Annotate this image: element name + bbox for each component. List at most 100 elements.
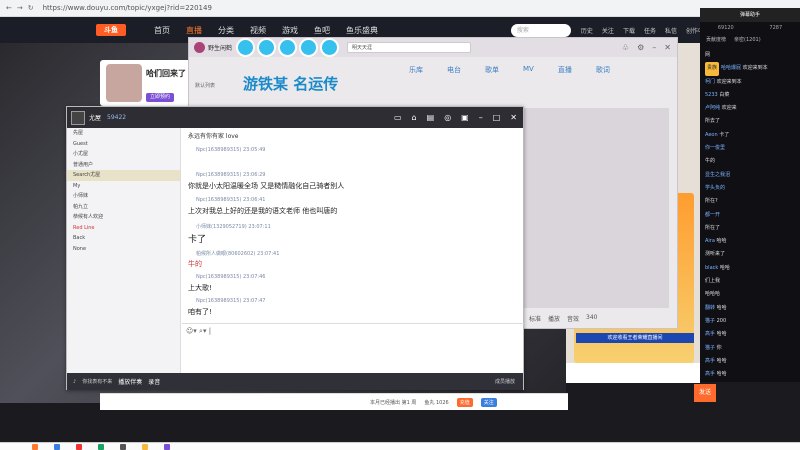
nav-live[interactable]: 直播 [186, 25, 202, 36]
list-item[interactable]: 小尤屋 [67, 149, 180, 160]
min-icon[interactable]: – [479, 113, 483, 122]
site-search-input[interactable]: 搜索 [510, 23, 571, 37]
nav-video[interactable]: 视频 [250, 25, 266, 36]
recharge-button[interactable]: 充值 [456, 397, 473, 407]
nav-event[interactable]: 鱼乐盛典 [346, 25, 378, 36]
list-item[interactable]: 普通用户 [67, 160, 180, 171]
music-user-avatar[interactable] [194, 42, 205, 53]
reload-icon[interactable]: ↻ [28, 4, 34, 12]
chat-user-name[interactable]: Aeon [705, 132, 718, 138]
close-icon[interactable]: ✕ [664, 43, 671, 52]
accompaniment-button[interactable]: 播放伴奏 [118, 377, 142, 386]
folder-icon[interactable]: ▤ [427, 113, 435, 122]
search-icon[interactable]: ⌕▾ [199, 327, 206, 335]
chat-user-avatar[interactable] [71, 110, 85, 125]
list-item[interactable]: None [67, 244, 180, 255]
chat-user-name[interactable]: 5233 [705, 92, 718, 98]
skin-icon[interactable]: ♧ [622, 43, 629, 52]
tab-radio[interactable]: 电台 [447, 65, 461, 75]
follow-button[interactable]: 关注 [480, 397, 497, 407]
chat-user-name[interactable]: 学头负的 [705, 185, 725, 191]
home-icon[interactable]: ⌂ [412, 113, 417, 122]
nav-category[interactable]: 分类 [218, 25, 234, 36]
chat-user-name[interactable]: 都一开 [705, 212, 720, 218]
tab-contribution[interactable]: 贡献度榜 [706, 36, 726, 43]
list-item[interactable]: Guest [67, 139, 180, 150]
list-item[interactable]: My [67, 181, 180, 192]
tab-lyrics[interactable]: 歌词 [596, 65, 610, 75]
chat-user-name[interactable]: 翻转 [705, 305, 715, 311]
tab-live[interactable]: 直播 [558, 65, 572, 75]
chat-user-name[interactable]: 柯门 [705, 79, 715, 85]
play-mode-button[interactable]: 播放 [548, 314, 560, 323]
chat-user-name[interactable]: black [705, 265, 718, 271]
settings-icon[interactable]: ⚙ [637, 43, 644, 52]
list-item[interactable]: 恭候有人欢迎 [67, 212, 180, 223]
banner-button[interactable]: 立即预约 [146, 93, 174, 102]
app-icon[interactable] [120, 443, 126, 450]
tab-intimacy[interactable]: 亲密(1201) [734, 36, 761, 43]
tab-mv[interactable]: MV [523, 65, 534, 75]
footer-hint[interactable]: 你找表有不来 [82, 378, 112, 385]
live-chat-line: 猫子 200 [700, 315, 800, 328]
quality-button[interactable]: 标准 [529, 314, 541, 323]
chat-user-name[interactable]: 卢阿纯 [705, 105, 720, 111]
app-icon[interactable] [142, 443, 148, 450]
back-icon[interactable]: ← [6, 4, 12, 12]
music-list-label[interactable]: 默认列表 [195, 82, 215, 89]
message-icon[interactable]: 私信 [665, 26, 677, 35]
music-content-area[interactable] [519, 108, 669, 308]
app-icon[interactable] [164, 443, 170, 450]
record-button[interactable]: 录音 [148, 377, 160, 386]
app-icon[interactable] [54, 443, 60, 450]
chat-line-text: 所在? [705, 198, 718, 205]
app-icon[interactable] [98, 443, 104, 450]
chat-user-name[interactable]: 显生之我泪 [705, 172, 730, 178]
download-icon[interactable]: 下载 [623, 26, 635, 35]
close-chat-icon[interactable]: ✕ [510, 113, 517, 122]
follow-icon[interactable]: 关注 [602, 26, 614, 35]
chat-line-text: 哈哈 [716, 357, 727, 364]
music-username[interactable]: 野生闲鹤 [208, 43, 232, 52]
nav-game[interactable]: 游戏 [282, 25, 298, 36]
list-item[interactable]: Red Line [67, 223, 180, 234]
chat-user-name[interactable]: 高手 [705, 358, 715, 364]
task-icon[interactable]: 任务 [644, 26, 656, 35]
history-icon[interactable]: 历史 [581, 26, 593, 35]
address-bar[interactable]: https://www.douyu.com/topic/yxgej?rid=22… [43, 4, 212, 12]
music-search-input[interactable]: 明天天涯 [347, 42, 472, 53]
live-chat-line: Aira 哈哈 [700, 235, 800, 248]
mic-icon[interactable]: ♪ [73, 379, 76, 385]
list-item[interactable]: Search尤屋 [67, 170, 180, 181]
chat-user-name[interactable]: 猫子 [705, 345, 715, 351]
chat-user-name[interactable]: 哈哈爆屁 [721, 65, 741, 71]
site-logo[interactable]: 斗鱼 [96, 24, 126, 36]
chat-user-name[interactable]: 猫子 [705, 318, 715, 324]
chat-user-name[interactable]: 你一俊里 [705, 145, 725, 151]
video-icon[interactable]: ▭ [394, 113, 402, 122]
max-icon[interactable]: □ [493, 113, 501, 122]
gift-bar[interactable] [566, 363, 700, 383]
tab-playlist[interactable]: 歌单 [485, 65, 499, 75]
list-item[interactable]: 帕九立 [67, 202, 180, 213]
emoji-icon[interactable]: ☺▾ [186, 327, 197, 335]
tab-library[interactable]: 乐库 [409, 65, 423, 75]
send-button[interactable]: 发送 [694, 384, 716, 402]
sound-effect-button[interactable]: 音效 [567, 314, 579, 323]
chat-user-name[interactable]: 高手 [705, 371, 715, 377]
game-icon[interactable]: ◎ [444, 113, 451, 122]
forward-icon[interactable]: → [17, 4, 23, 12]
minimize-icon[interactable]: – [652, 43, 656, 52]
app-icon[interactable] [76, 443, 82, 450]
member-play-button[interactable]: 成员播放 [495, 378, 515, 385]
app-icon[interactable] [32, 443, 38, 450]
list-item[interactable]: 先屋 [67, 128, 180, 139]
shop-icon[interactable]: ▣ [461, 113, 469, 122]
nav-home[interactable]: 首页 [154, 25, 170, 36]
chat-user-name[interactable]: 高手 [705, 331, 715, 337]
list-item[interactable]: Back [67, 233, 180, 244]
list-item[interactable]: 小师妹 [67, 191, 180, 202]
message-input[interactable]: ☺▾ ⌕▾ | [182, 323, 524, 373]
chat-user-name[interactable]: Aira [705, 238, 715, 244]
nav-yuba[interactable]: 鱼吧 [314, 25, 330, 36]
